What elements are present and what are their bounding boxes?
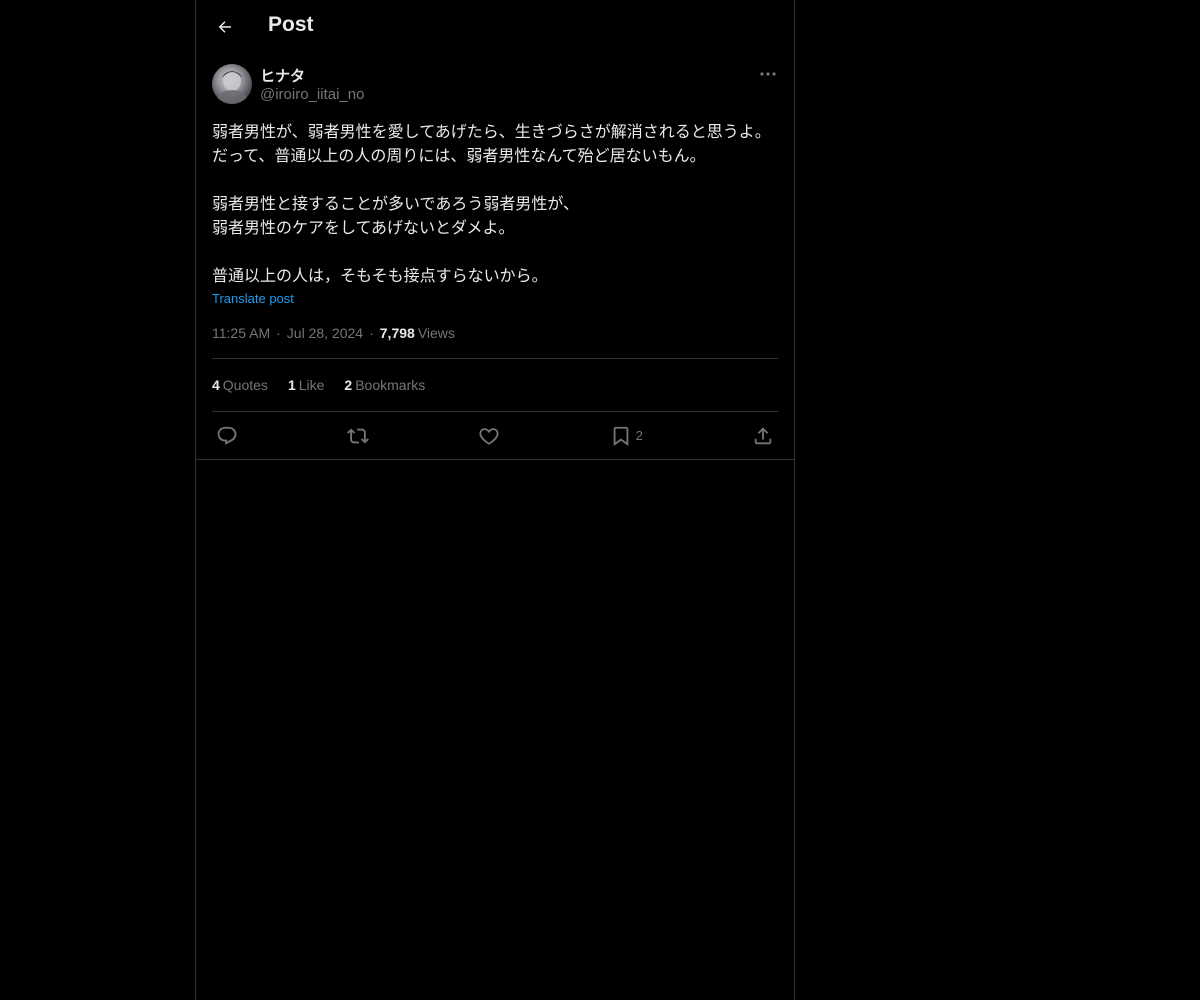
likes-label: Like [298, 377, 325, 393]
bookmarks-label: Bookmarks [355, 377, 426, 393]
action-bar: 2 [212, 412, 778, 459]
repost-icon [347, 428, 370, 443]
avatar[interactable] [212, 64, 252, 104]
page-title: Post [268, 13, 314, 36]
avatar-image [217, 71, 247, 104]
bookmarks-count: 2 [344, 377, 353, 393]
likes-count: 1 [287, 377, 296, 393]
engagement-stats: 4 Quotes 1 Like 2 Bookmarks [212, 359, 778, 411]
quotes-stat[interactable]: 4 Quotes [212, 377, 268, 393]
post-meta: 11:25 AM · Jul 28, 2024 · 7,798 Views [212, 323, 778, 343]
author-handle[interactable]: @iroiro_iitai_no [260, 86, 364, 103]
reply-icon [217, 426, 237, 445]
translate-post-link[interactable]: Translate post [212, 291, 294, 306]
bookmark-count: 2 [635, 428, 643, 443]
post-time[interactable]: 11:25 AM [212, 325, 270, 341]
likes-stat[interactable]: 1 Like [288, 377, 324, 393]
author-name[interactable]: ヒナタ [260, 65, 305, 86]
more-icon [760, 72, 776, 76]
reply-button[interactable] [216, 425, 238, 447]
page-header: Post [196, 0, 794, 54]
share-button[interactable] [752, 425, 774, 447]
repost-button[interactable] [347, 425, 370, 447]
like-button[interactable] [478, 425, 500, 447]
post-text: 弱者男性が、弱者男性を愛してあげたら、生きづらさが解消されると思うよ。 だって、… [212, 122, 771, 285]
author-row: ヒナタ @iroiro_iitai_no [212, 64, 778, 120]
arrow-left-icon [218, 21, 231, 33]
more-options-button[interactable] [758, 64, 778, 84]
post: ヒナタ @iroiro_iitai_no 弱者男性が、弱者男性を愛してあげたら、… [196, 64, 794, 459]
bookmark-icon [613, 426, 628, 446]
views-count: 7,798 [379, 325, 415, 341]
separator-dot: · [276, 325, 281, 341]
quotes-count: 4 [212, 377, 220, 393]
post-date[interactable]: Jul 28, 2024 [287, 325, 363, 341]
share-icon [754, 426, 772, 444]
heart-icon [479, 427, 499, 445]
views-label: Views [417, 325, 455, 341]
main-column: Post ヒナタ @iroiro_iitai_no 弱者男性が、弱者男性を愛して… [195, 0, 795, 1000]
separator-dot: · [369, 325, 374, 341]
divider [196, 459, 794, 460]
bookmark-button[interactable]: 2 [610, 425, 643, 447]
bookmarks-stat[interactable]: 2 Bookmarks [344, 377, 425, 393]
quotes-label: Quotes [222, 377, 268, 393]
back-button[interactable] [208, 10, 242, 44]
